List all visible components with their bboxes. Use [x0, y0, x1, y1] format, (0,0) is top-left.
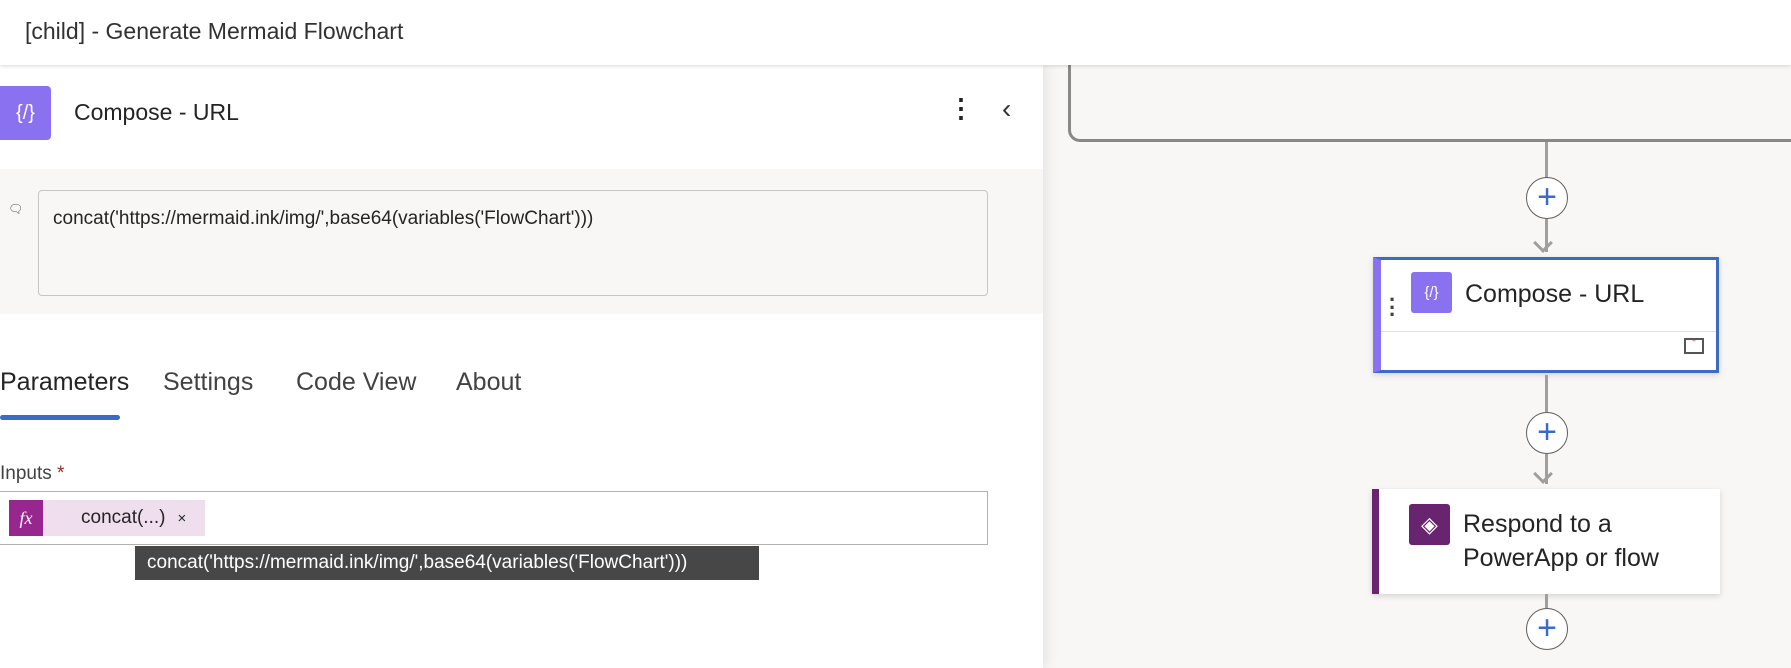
- card-title-line2: PowerApp or flow: [1463, 544, 1659, 572]
- required-marker: *: [57, 463, 65, 484]
- insert-step-button[interactable]: +: [1526, 412, 1568, 454]
- connector: [1545, 142, 1548, 178]
- more-options-icon[interactable]: ⋮: [948, 95, 974, 121]
- fx-icon: fx: [9, 500, 43, 536]
- tab-parameters[interactable]: Parameters: [0, 368, 129, 397]
- active-tab-indicator: [0, 415, 120, 420]
- arrow-down-icon: [1533, 233, 1553, 253]
- connector: [1545, 594, 1548, 608]
- action-details-panel: {/} Compose - URL ⋮ ‹ 🗨 concat('https://…: [0, 65, 1043, 668]
- window-title: [child] - Generate Mermaid Flowchart: [25, 18, 404, 44]
- arrow-down-icon: [1533, 464, 1553, 484]
- divider: [1381, 331, 1716, 332]
- insert-step-button[interactable]: +: [1526, 177, 1568, 219]
- card-title: Respond to a PowerApp or flow: [1463, 507, 1659, 575]
- note-section: 🗨 concat('https://mermaid.ink/img/',base…: [0, 169, 1043, 314]
- collapse-panel-icon[interactable]: ‹: [1002, 93, 1011, 125]
- comment-icon: 🗨: [8, 202, 24, 216]
- comment-icon[interactable]: ": [1684, 338, 1704, 354]
- note-textarea[interactable]: concat('https://mermaid.ink/img/',base64…: [38, 190, 988, 296]
- tab-code-view[interactable]: Code View: [296, 368, 416, 397]
- connector: [1545, 375, 1548, 412]
- respond-to-powerapp-card[interactable]: ◈ Respond to a PowerApp or flow: [1372, 489, 1720, 594]
- compose-icon: {/}: [1411, 272, 1452, 313]
- drag-handle-icon[interactable]: · · ·: [1389, 288, 1396, 325]
- remove-token-button[interactable]: ×: [177, 510, 186, 527]
- inputs-label: Inputs *: [0, 463, 64, 485]
- tab-about[interactable]: About: [456, 368, 521, 397]
- tab-settings[interactable]: Settings: [163, 368, 253, 397]
- inputs-field[interactable]: fx concat(...) ×: [0, 491, 988, 545]
- card-title: Compose - URL: [1465, 280, 1645, 308]
- title-bar: [child] - Generate Mermaid Flowchart: [0, 0, 1791, 65]
- panel-title[interactable]: Compose - URL: [74, 99, 239, 126]
- card-title-line1: Respond to a: [1463, 510, 1612, 538]
- token-label[interactable]: concat(...): [81, 507, 165, 529]
- powerapps-icon: ◈: [1409, 504, 1450, 545]
- compose-icon: {/}: [0, 86, 51, 140]
- inputs-label-text: Inputs: [0, 463, 52, 484]
- insert-step-button[interactable]: +: [1526, 608, 1568, 650]
- expression-token[interactable]: fx concat(...) ×: [9, 500, 205, 536]
- compose-url-card[interactable]: · · · {/} Compose - URL ": [1373, 257, 1719, 373]
- expression-tooltip: concat('https://mermaid.ink/img/',base64…: [135, 546, 759, 580]
